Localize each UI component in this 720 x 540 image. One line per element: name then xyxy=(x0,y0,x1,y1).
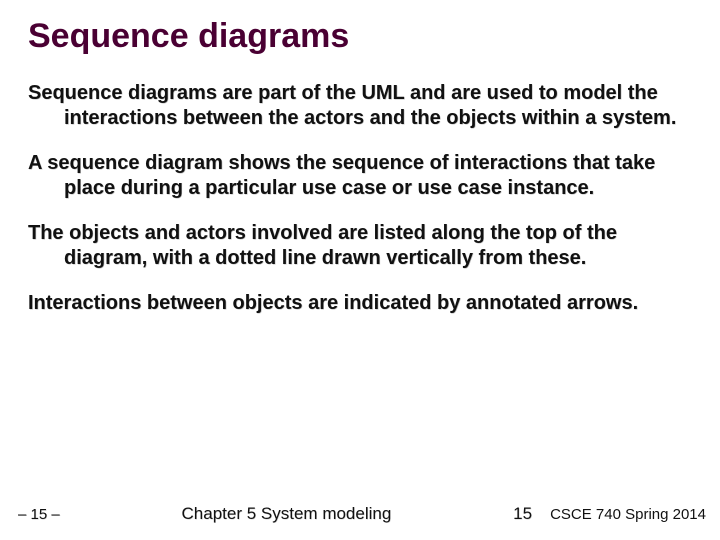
slide-footer: – 15 – Chapter 5 System modeling 15 CSCE… xyxy=(0,504,720,524)
paragraph: The objects and actors involved are list… xyxy=(28,221,692,271)
chapter-label: Chapter 5 System modeling xyxy=(60,504,513,524)
page-marker: – 15 – xyxy=(18,506,60,523)
paragraph: A sequence diagram shows the sequence of… xyxy=(28,151,692,201)
slide: Sequence diagrams Sequence diagrams are … xyxy=(0,0,720,540)
slide-title: Sequence diagrams xyxy=(28,18,692,55)
paragraph: Sequence diagrams are part of the UML an… xyxy=(28,81,692,131)
course-label: CSCE 740 Spring 2014 xyxy=(550,506,706,523)
paragraph: Interactions between objects are indicat… xyxy=(28,291,692,316)
page-number: 15 xyxy=(513,504,550,524)
